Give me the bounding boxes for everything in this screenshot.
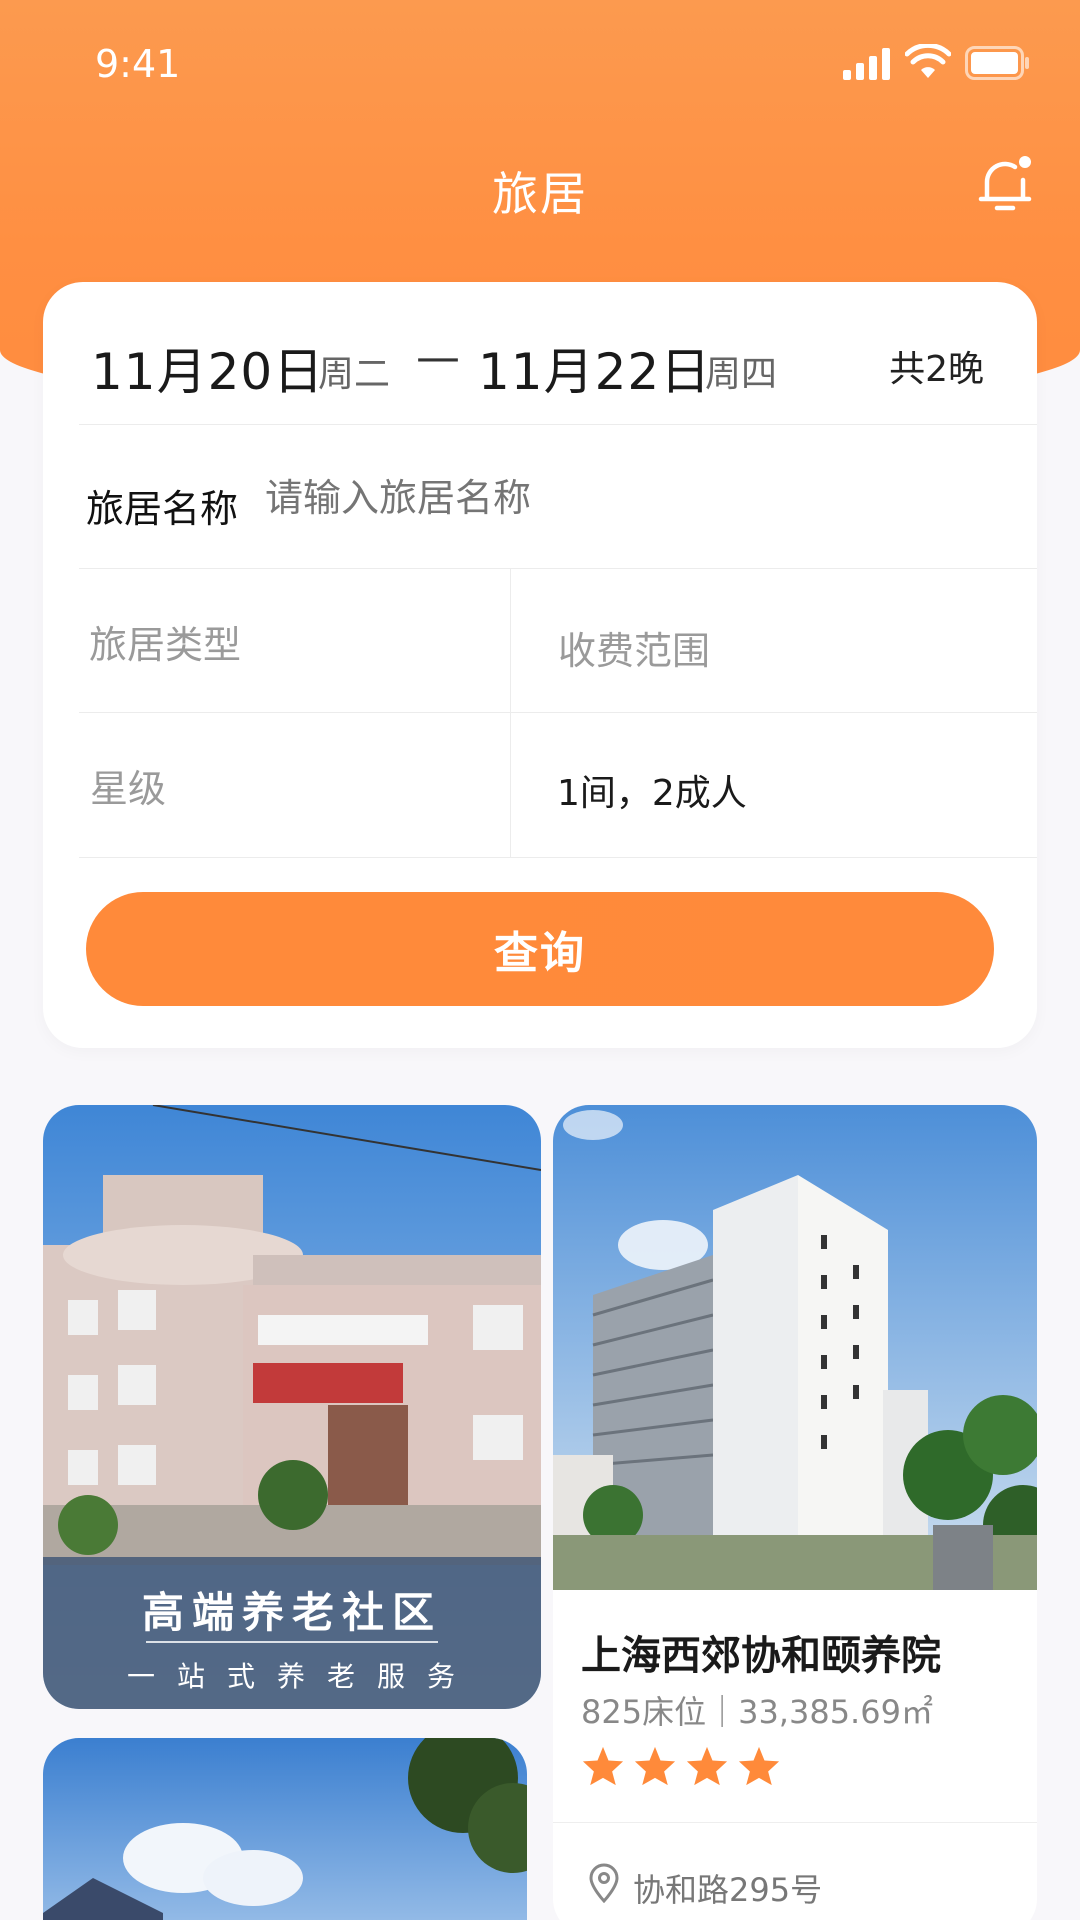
divider <box>79 424 1037 425</box>
divider <box>510 569 511 857</box>
divider <box>79 857 1037 858</box>
search-card: 11月20日 周二 — 11月22日 周四 共2晚 旅居名称 旅居类型 收费范围… <box>43 282 1037 1048</box>
date-range-selector[interactable]: 11月20日 周二 — 11月22日 周四 共2晚 <box>43 282 1037 424</box>
rooms-guests-selector[interactable]: 1间，2成人 <box>557 764 747 816</box>
check-in-date[interactable]: 11月20日 <box>91 332 324 404</box>
cellular-signal-icon <box>843 48 890 80</box>
divider <box>79 568 1037 569</box>
type-selector[interactable]: 旅居类型 <box>89 614 241 669</box>
listing-card[interactable]: 上海西郊协和颐养院 825床位｜33,385.69㎡ 协和路295号 <box>553 1105 1037 1920</box>
wifi-icon <box>905 44 951 78</box>
promo-title: 高端养老社区 <box>141 1588 442 1637</box>
star-level-selector[interactable]: 星级 <box>90 758 166 813</box>
promo-overlay: 高端养老社区 一站式养老服务 <box>43 1557 541 1709</box>
price-range-selector[interactable]: 收费范围 <box>558 620 710 675</box>
star-icon <box>582 1746 624 1786</box>
listing-meta: 825床位｜33,385.69㎡ <box>581 1693 933 1731</box>
check-in-weekday: 周二 <box>318 354 391 395</box>
nights-count: 共2晚 <box>889 349 984 390</box>
name-search-input[interactable] <box>265 468 965 528</box>
promo-subtitle: 一站式养老服务 <box>126 1660 477 1693</box>
check-out-date[interactable]: 11月22日 <box>478 332 711 404</box>
listing-photo <box>553 1105 1037 1590</box>
battery-icon <box>965 46 1029 80</box>
divider <box>146 1641 438 1643</box>
promo-banner-card[interactable]: 高端养老社区 一站式养老服务 <box>43 1105 541 1709</box>
star-rating <box>581 1745 781 1787</box>
listing-address: 协和路295号 <box>633 1871 823 1909</box>
notification-bell-icon[interactable] <box>975 152 1035 216</box>
divider <box>79 712 1037 713</box>
query-button[interactable]: 查询 <box>86 892 994 1006</box>
date-separator: — <box>416 332 460 383</box>
location-pin-icon <box>589 1863 619 1903</box>
divider <box>553 1822 1037 1823</box>
listing-photo <box>43 1738 527 1920</box>
page-title: 旅居 <box>492 167 588 221</box>
check-out-weekday: 周四 <box>705 354 778 395</box>
name-field-label: 旅居名称 <box>86 487 239 531</box>
star-icon <box>738 1746 780 1786</box>
listing-card[interactable] <box>43 1738 527 1920</box>
status-time: 9:41 <box>95 42 181 86</box>
status-bar: 9:41 <box>0 0 1080 130</box>
listing-name: 上海西郊协和颐养院 <box>581 1633 941 1679</box>
star-icon <box>634 1746 676 1786</box>
star-icon <box>686 1746 728 1786</box>
